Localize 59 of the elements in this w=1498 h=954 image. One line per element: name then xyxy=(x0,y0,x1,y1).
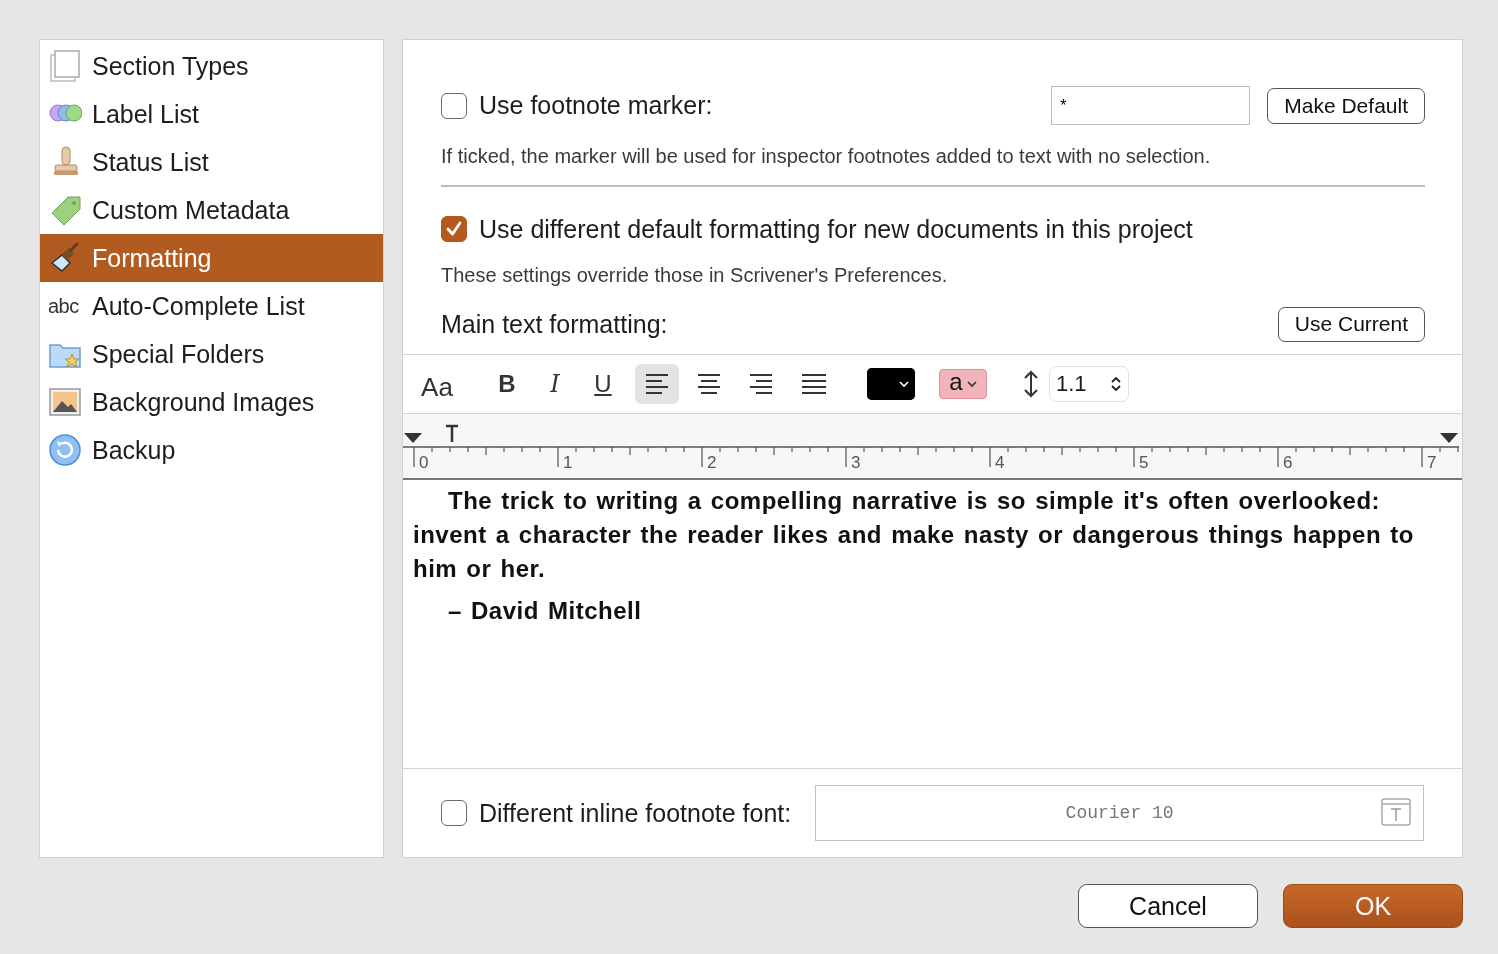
help-text: If ticked, the marker will be used for inspector footnotes added to text with no selection. xyxy=(441,145,1212,168)
use-current-button[interactable]: Use Current xyxy=(1277,306,1425,342)
help-text: These settings override those in Scrivener's Preferences. xyxy=(441,263,949,287)
pages-icon xyxy=(48,49,82,83)
align-right-icon xyxy=(748,372,774,395)
right-margin-icon[interactable] xyxy=(1440,432,1458,443)
caret-icon xyxy=(899,379,909,388)
font-field[interactable]: Courier 10 xyxy=(815,785,1424,841)
ruler-number: 1 xyxy=(563,452,573,473)
checkbox-label: Use footnote marker: xyxy=(479,91,713,120)
bold-button[interactable]: B xyxy=(487,363,527,404)
align-left-button[interactable] xyxy=(635,363,679,404)
stepper-arrows-icon[interactable] xyxy=(1110,374,1122,393)
section-label: Main text formatting: xyxy=(441,309,668,339)
text-color-well[interactable] xyxy=(867,367,915,400)
make-default-button[interactable]: Make Default xyxy=(1267,87,1425,124)
ruler-number: 7 xyxy=(1427,452,1437,473)
align-justify-icon xyxy=(800,372,826,395)
sidebar-item[interactable]: Label List xyxy=(40,90,383,138)
sidebar-item[interactable]: Section Types xyxy=(40,42,383,90)
sidebar-item[interactable]: Backup xyxy=(40,426,383,474)
checkbox-label: Use different default formatting for new documents in this project xyxy=(479,214,1193,244)
first-line-indent-icon[interactable] xyxy=(404,432,422,443)
checkbox-label: Different inline footnote font: xyxy=(479,798,792,828)
sidebar-item[interactable]: Background Images xyxy=(40,378,383,426)
checkbox[interactable] xyxy=(441,800,467,826)
sidebar-item[interactable]: Special Folders xyxy=(40,330,383,378)
text-editor[interactable]: The trick to writing a compelling narrative is so simple it's often overlooked: invent a character the reader likes and make nasty or dangerous things happen to him or her. – David Mitchell xyxy=(403,479,1462,768)
line-spacing-icon xyxy=(1023,369,1039,398)
sidebar-item[interactable]: Formatting xyxy=(40,234,383,282)
text-paragraph: – David Mitchell xyxy=(447,595,643,626)
font-button[interactable]: Aa xyxy=(417,363,457,404)
ruler-number: 0 xyxy=(419,452,429,473)
sidebar-item[interactable]: abc Auto-Complete List xyxy=(40,282,383,330)
sidebar-item[interactable]: Custom Metadata xyxy=(40,186,383,234)
ruler-number: 4 xyxy=(995,452,1005,473)
checkbox[interactable] xyxy=(441,92,467,119)
align-center-icon xyxy=(696,372,722,395)
highlight-color-button[interactable]: a xyxy=(939,368,987,399)
abc-icon: abc xyxy=(48,294,82,318)
ruler-number: 5 xyxy=(1139,452,1149,473)
tab-stop-icon[interactable] xyxy=(444,424,460,443)
caret-icon xyxy=(966,379,977,388)
picture-icon xyxy=(48,385,82,419)
marker-field[interactable]: * xyxy=(1051,86,1251,125)
italic-button[interactable]: I xyxy=(535,363,575,404)
cancel-button[interactable]: Cancel xyxy=(1078,884,1258,928)
underline-button[interactable]: U xyxy=(583,363,623,404)
line-spacing-field[interactable]: 1.1 xyxy=(1049,365,1129,402)
backup-icon xyxy=(48,433,82,467)
sidebar-item[interactable]: Status List xyxy=(40,138,383,186)
text-paragraph: The trick to writing a compelling narrative is so simple it's often overlooked: invent a character the reader likes and make nasty or dangerous things happen to him or her. xyxy=(413,485,1415,584)
ok-button[interactable]: OK xyxy=(1283,884,1463,928)
ruler-number: 6 xyxy=(1283,452,1293,473)
checkbox[interactable] xyxy=(441,216,467,242)
brush-icon xyxy=(48,241,82,275)
ruler-number: 2 xyxy=(707,452,717,473)
ruler-number: 3 xyxy=(851,452,861,473)
align-left-icon xyxy=(644,372,670,395)
